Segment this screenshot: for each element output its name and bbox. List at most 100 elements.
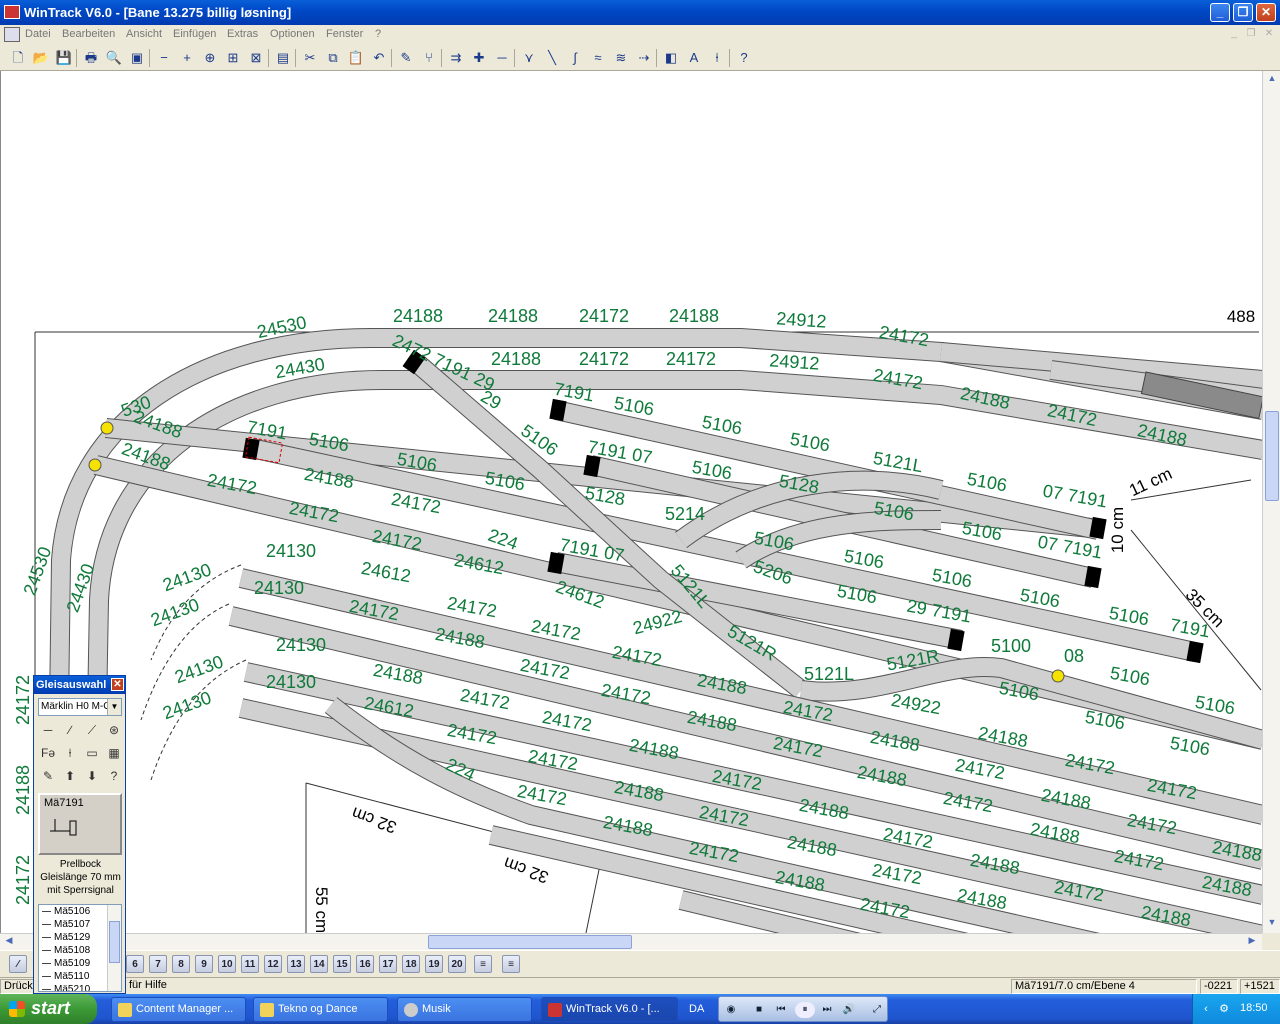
task-tekno-og-dance[interactable]: Tekno og Dance [253,997,388,1022]
flex-track-icon[interactable]: ⋎ [520,49,538,67]
menu-fenster[interactable]: Fenster [326,28,363,40]
curve-icon[interactable]: ∕ [60,720,80,740]
mdi-close-button[interactable]: ✕ [1262,28,1276,41]
flex2-icon[interactable]: ≋ [612,49,630,67]
menu-ansicht[interactable]: Ansicht [126,28,162,40]
tray-app-icon[interactable]: ⚙ [1217,1002,1231,1016]
mdi-minimize-button[interactable]: _ [1227,28,1241,41]
scroll-left-icon[interactable]: ◀ [2,935,16,949]
flex-icon[interactable]: ≈ [589,49,607,67]
image-icon[interactable]: ▣ [128,49,146,67]
app-icon[interactable] [4,5,20,19]
layer-9-button[interactable]: 9 [195,955,213,973]
mdi-restore-button[interactable]: ❐ [1244,28,1258,41]
zoom-window-icon[interactable]: ⊕ [201,49,219,67]
task-wintrack[interactable]: WinTrack V6.0 - [... [541,997,678,1022]
layer-7-button[interactable]: 7 [149,955,167,973]
save-icon[interactable]: 💾 [55,49,73,67]
layer-11-button[interactable]: 11 [241,955,259,973]
minimize-button[interactable]: _ [1210,3,1230,22]
cut-icon[interactable]: ✂ [301,49,319,67]
new-icon[interactable]: 🗋 [9,49,27,67]
chevron-down-icon[interactable]: ▼ [107,699,121,715]
zoom-in-icon[interactable]: + [178,49,196,67]
track-line-icon[interactable]: ─ [38,720,58,740]
connect-icon[interactable]: ⇉ [447,49,465,67]
list-scrollbar[interactable] [107,905,121,991]
paste-icon[interactable]: 📋 [347,49,365,67]
scroll-down-icon[interactable]: ▼ [1265,917,1279,931]
help-icon[interactable]: ? [735,49,753,67]
track-system-select[interactable]: Märklin H0 M-Gleis ▼ [38,698,122,716]
switch-icon[interactable]: ⟋ [82,720,102,740]
signal-icon[interactable]: ⍿ [708,49,726,67]
menu-extras[interactable]: Extras [227,28,258,40]
document-icon[interactable] [4,27,20,42]
flex-curve-icon[interactable]: ∫ [566,49,584,67]
pause-icon[interactable]: ⏸ [795,1002,815,1018]
signal-marker-0[interactable] [100,421,114,435]
print-preview-icon[interactable]: 🔍 [105,49,123,67]
previous-icon[interactable]: ⏮ [773,1002,789,1018]
next-icon[interactable]: ⏭ [819,1002,835,1018]
turntable-icon[interactable]: ⊛ [104,720,124,740]
tray-expand-icon[interactable]: ‹ [1199,1002,1213,1016]
help-icon[interactable]: ? [104,766,124,786]
close-button[interactable]: ✕ [1256,3,1276,22]
frame-icon[interactable]: ▭ [82,743,102,763]
palette-title-bar[interactable]: Gleisauswahl ✕ [34,676,125,694]
layer-flex-icon[interactable]: ⁄ [9,955,27,973]
layer-14-button[interactable]: 14 [310,955,328,973]
task-musik[interactable]: Musik [397,997,532,1022]
layer-16-button[interactable]: 16 [356,955,374,973]
track-plan[interactable]: 24188 24188 24172 24188 24912241722453024430… [1,71,1262,933]
signal-marker-2[interactable] [1051,669,1065,683]
layer-6-button[interactable]: 6 [126,955,144,973]
layer-8-button[interactable]: 8 [172,955,190,973]
undo-icon[interactable]: ↶ [370,49,388,67]
print-icon[interactable]: 🖶 [82,49,100,67]
curve-icon[interactable]: ╲ [543,49,561,67]
layer-stack-icon[interactable]: ≡ [502,955,520,973]
start-button[interactable]: start [0,994,97,1024]
layer-20-button[interactable]: 20 [448,955,466,973]
text-icon[interactable]: A [685,49,703,67]
menu-optionen[interactable]: Optionen [270,28,315,40]
restore-button[interactable]: ❐ [1233,3,1253,22]
track-canvas[interactable]: 24188 24188 24172 24188 24912 24172 24530 24430… [0,71,1262,933]
task-content-manager[interactable]: Content Manager ... [111,997,246,1022]
down-icon[interactable]: ⬇ [82,766,102,786]
crosshair-icon[interactable]: ✚ [470,49,488,67]
restore-player-icon[interactable]: ⤢ [869,1002,885,1018]
open-icon[interactable]: 📂 [32,49,50,67]
layer-19-button[interactable]: 19 [425,955,443,973]
track-preview[interactable]: Mä7191 [38,793,122,855]
menu-bearbeiten[interactable]: Bearbeiten [62,28,115,40]
volume-icon[interactable]: 🔊 [841,1002,857,1018]
layer-17-button[interactable]: 17 [379,955,397,973]
zoom-fit-icon[interactable]: ⊞ [224,49,242,67]
menu-einfuegen[interactable]: Einfügen [173,28,216,40]
brush-icon[interactable]: ✎ [38,766,58,786]
stop-icon[interactable]: ■ [751,1002,767,1018]
layers-icon[interactable]: ◧ [662,49,680,67]
menu-help[interactable]: ? [375,28,381,40]
pen-icon[interactable]: ✎ [397,49,415,67]
book-icon[interactable]: ▤ [274,49,292,67]
menu-datei[interactable]: Datei [25,28,51,40]
layer-13-button[interactable]: 13 [287,955,305,973]
zoom-all-icon[interactable]: ⊠ [247,49,265,67]
horizontal-scrollbar[interactable]: ◀ ▶ [0,933,1262,950]
layer-10-button[interactable]: 10 [218,955,236,973]
split-icon[interactable]: ⑂ [420,49,438,67]
route-icon[interactable]: ⇢ [635,49,653,67]
locomotive-icon[interactable]: ▦ [104,743,124,763]
layers-all-icon[interactable]: ≡ [474,955,492,973]
text-tool-icon[interactable]: Fə [38,743,58,763]
layer-18-button[interactable]: 18 [402,955,420,973]
zoom-out-icon[interactable]: − [155,49,173,67]
layer-15-button[interactable]: 15 [333,955,351,973]
copy-icon[interactable]: ⧉ [324,49,342,67]
media-logo-icon[interactable]: ◉ [723,1002,739,1018]
vertical-scrollbar[interactable]: ▲ ▼ [1262,71,1280,933]
